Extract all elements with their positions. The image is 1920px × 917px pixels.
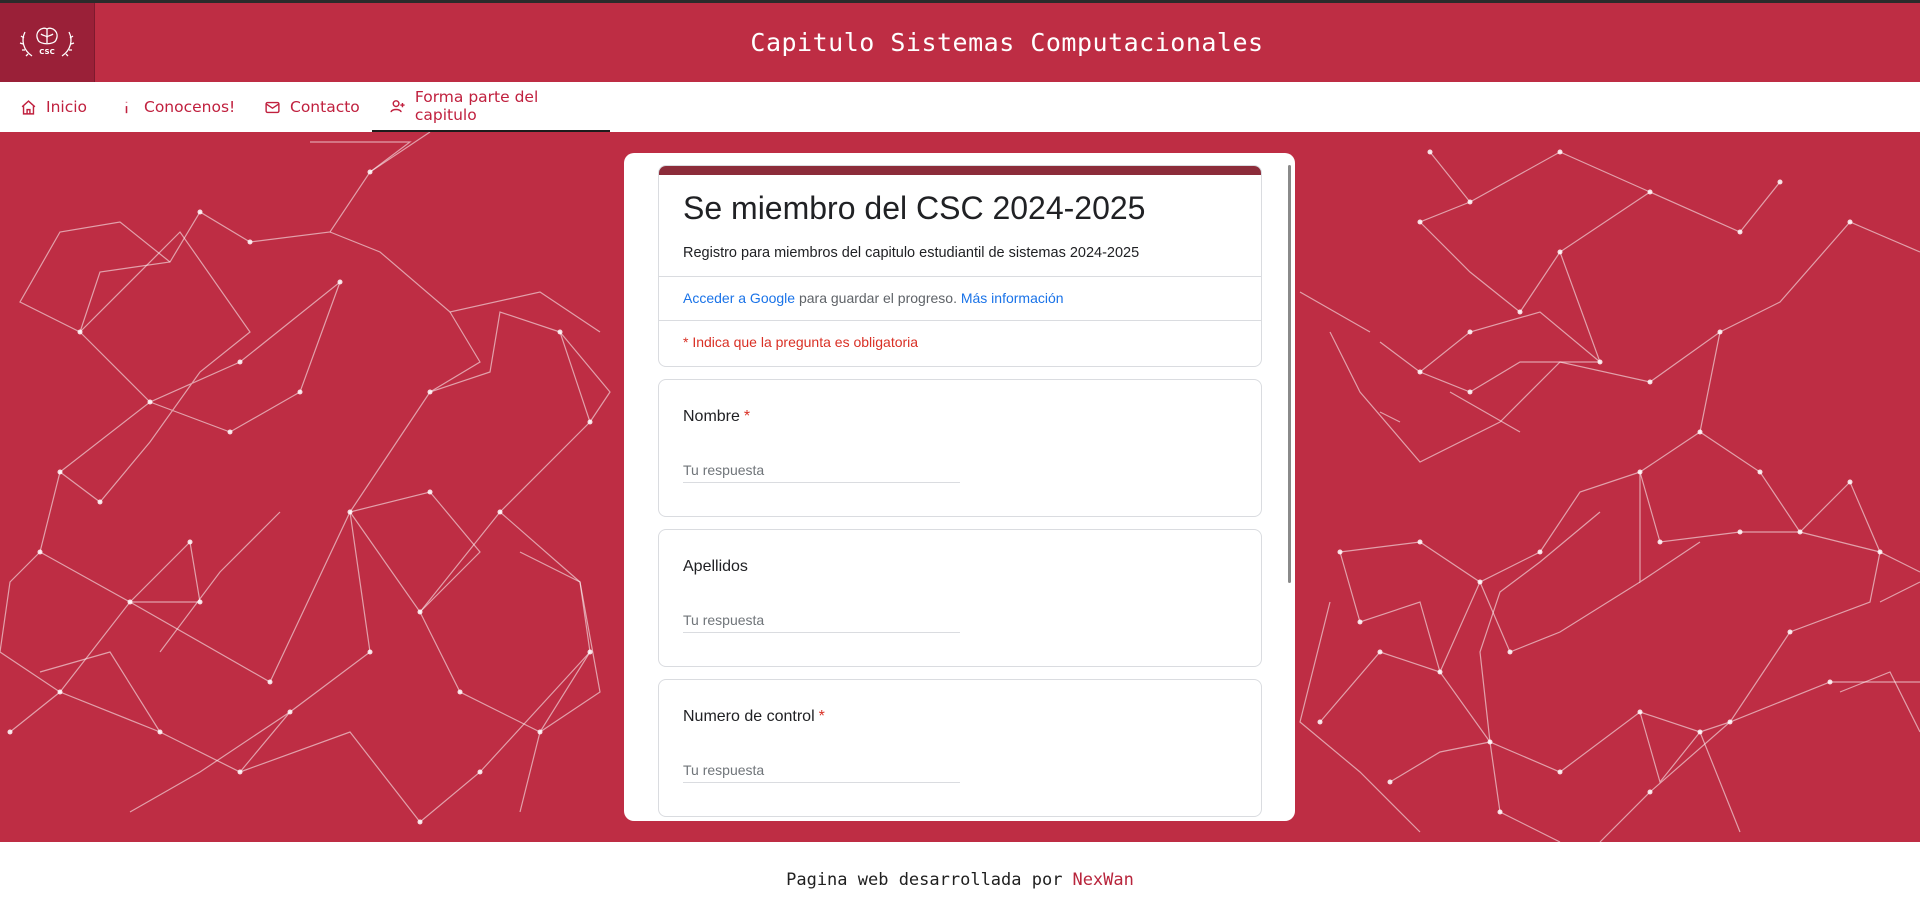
main-navigation: Inicio Conocenos! Contacto Forma parte d… [0,82,1920,132]
question-card-apellidos: Apellidos [658,529,1262,667]
footer-text: Pagina web desarrollada por [786,869,1063,890]
nav-item-contacto[interactable]: Contacto [262,82,360,132]
question-label: Nombre * [683,408,750,426]
question-card-nombre: Nombre * [658,379,1262,517]
home-icon [18,97,38,117]
embedded-google-form: Se miembro del CSC 2024-2025 Registro pa… [624,153,1295,821]
required-asterisk: * [743,408,751,425]
nombre-input[interactable] [683,458,960,483]
divider [659,276,1261,277]
required-note: * Indica que la pregunta es obligatoria [683,334,919,350]
user-add-icon [388,96,407,116]
form-description: Registro para miembros del capitulo estu… [683,245,1140,261]
nav-label: Conocenos! [144,98,236,116]
apellidos-input[interactable] [683,608,960,633]
numero-control-input[interactable] [683,758,960,783]
nav-label: Contacto [290,98,360,116]
form-title: Se miembro del CSC 2024-2025 [683,190,1146,226]
question-card-numero-control: Numero de control * [658,679,1262,817]
question-text: Apellidos [683,558,748,575]
question-label: Apellidos [683,558,752,576]
hero-background: Se miembro del CSC 2024-2025 Registro pa… [0,132,1920,842]
form-accent-band [659,166,1261,175]
form-scrollbar[interactable] [1288,165,1291,583]
question-text: Nombre [683,408,740,425]
signin-notice: Acceder a Google para guardar el progres… [683,290,1064,306]
nav-item-conocenos[interactable]: Conocenos! [116,82,235,132]
required-asterisk: * [818,708,825,725]
nav-item-inicio[interactable]: Inicio [18,82,87,132]
signin-link[interactable]: Acceder a Google [683,290,795,306]
site-title: Capitulo Sistemas Computacionales [750,28,1264,57]
mail-icon [262,97,282,117]
site-footer: Pagina web desarrollada por NexWan [0,842,1920,917]
nav-label: Forma parte del capitulo [414,88,539,124]
question-label: Numero de control * [683,708,825,726]
form-header-card: Se miembro del CSC 2024-2025 Registro pa… [658,165,1262,367]
site-header: CSC Capitulo Sistemas Computacionales [0,0,1920,82]
nav-label: Inicio [46,98,88,116]
info-icon [116,97,136,117]
footer-brand-link[interactable]: NexWan [1072,870,1133,890]
more-info-link[interactable]: Más información [961,290,1064,306]
question-text: Numero de control [683,708,815,725]
nav-item-forma-parte[interactable]: Forma parte del capitulo [372,82,610,132]
divider [659,320,1261,321]
signin-text: para guardar el progreso. [795,290,961,306]
